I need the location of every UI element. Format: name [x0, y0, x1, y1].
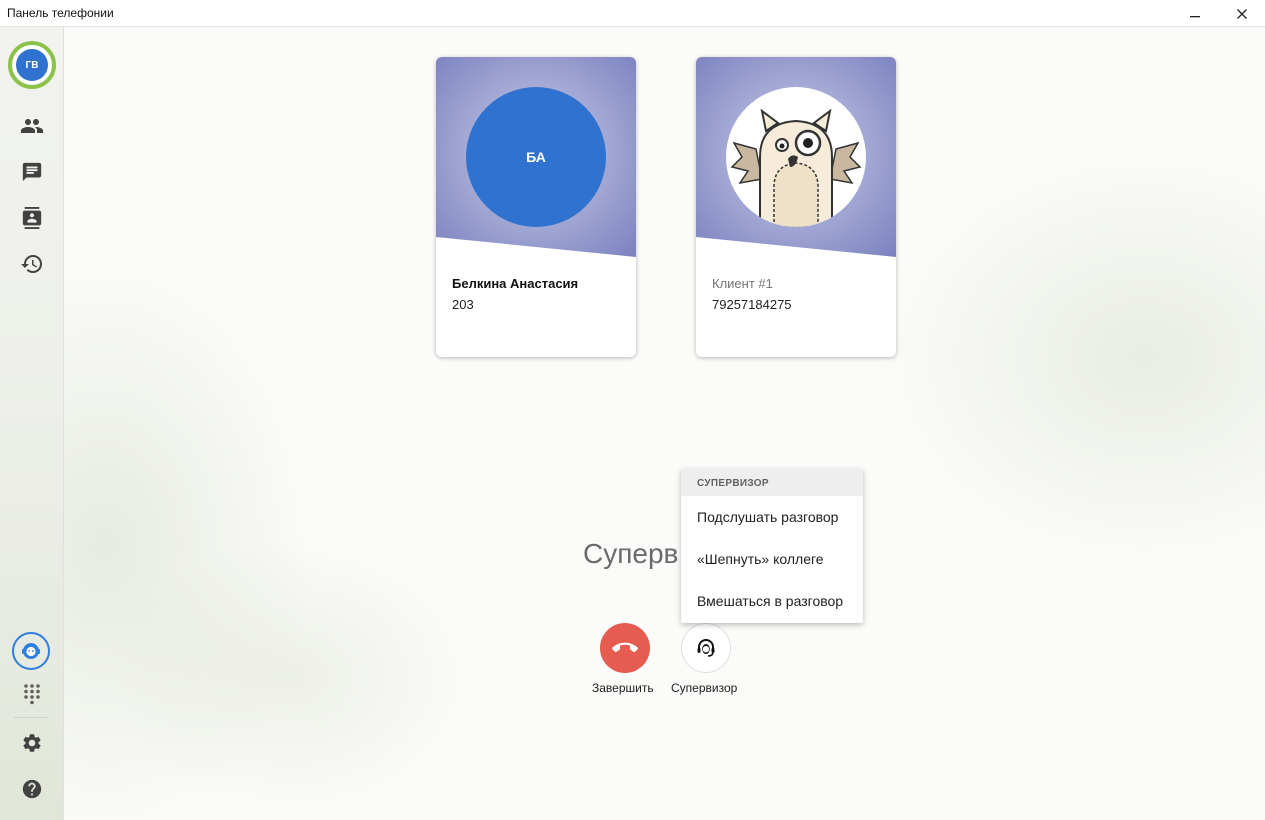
sidebar: ГВ — [0, 27, 64, 820]
supervisor-menu: СУПЕРВИЗОР Подслушать разговор «Шепнуть»… — [681, 469, 863, 623]
supervisor-button[interactable] — [681, 623, 731, 673]
call-mode-title: Суперв — [583, 538, 679, 569]
client-number: 79257184275 — [712, 297, 792, 312]
main-area: БА Белкина Анастасия 203 Клиент #1 79257… — [64, 27, 1265, 820]
help-icon — [22, 779, 42, 799]
participant-avatar: БА — [466, 87, 606, 227]
chat-icon — [22, 162, 42, 182]
participant-name: Белкина Анастасия — [452, 276, 579, 291]
supervisor-label: Супервизор — [671, 681, 738, 695]
hangup-button[interactable] — [600, 623, 650, 673]
menu-item-barge-in[interactable]: Вмешаться в разговор — [681, 580, 863, 622]
sidebar-item-address-book[interactable] — [12, 198, 52, 238]
supervisor-menu-header: СУПЕРВИЗОР — [681, 469, 863, 496]
client-avatar — [726, 87, 866, 227]
contacts-icon — [21, 119, 43, 133]
settings-icon — [23, 734, 41, 752]
sidebar-item-contacts[interactable] — [12, 106, 52, 146]
dialpad-icon — [24, 684, 40, 705]
headset-icon — [697, 639, 715, 657]
sidebar-divider — [14, 717, 48, 718]
menu-item-listen[interactable]: Подслушать разговор — [681, 496, 863, 538]
menu-item-whisper[interactable]: «Шепнуть» коллеге — [681, 538, 863, 580]
user-avatar: ГВ — [16, 49, 48, 81]
client-name: Клиент #1 — [712, 276, 773, 291]
sidebar-item-supervisor[interactable] — [12, 632, 50, 670]
client-card[interactable]: Клиент #1 79257184275 — [696, 57, 896, 357]
owl-avatar-icon — [730, 108, 862, 227]
participant-number: 203 — [452, 297, 474, 312]
minimize-icon — [1190, 15, 1200, 17]
user-avatar-button[interactable]: ГВ — [8, 41, 56, 89]
sidebar-item-help[interactable] — [12, 769, 52, 809]
close-icon — [1237, 8, 1247, 19]
sidebar-item-chat[interactable] — [12, 152, 52, 192]
sidebar-item-dialpad[interactable] — [12, 674, 52, 714]
history-icon — [21, 255, 42, 273]
participant-card[interactable]: БА Белкина Анастасия 203 — [436, 57, 636, 357]
supervisor-icon — [22, 643, 40, 659]
sidebar-item-history[interactable] — [12, 244, 52, 284]
hangup-label: Завершить — [592, 681, 654, 695]
window-title: Панель телефонии — [7, 6, 114, 20]
close-button[interactable] — [1219, 0, 1265, 27]
address-book-icon — [22, 207, 42, 229]
hangup-icon — [612, 642, 638, 653]
sidebar-item-settings[interactable] — [12, 723, 52, 763]
window-titlebar: Панель телефонии — [0, 0, 1265, 27]
minimize-button[interactable] — [1172, 0, 1218, 27]
